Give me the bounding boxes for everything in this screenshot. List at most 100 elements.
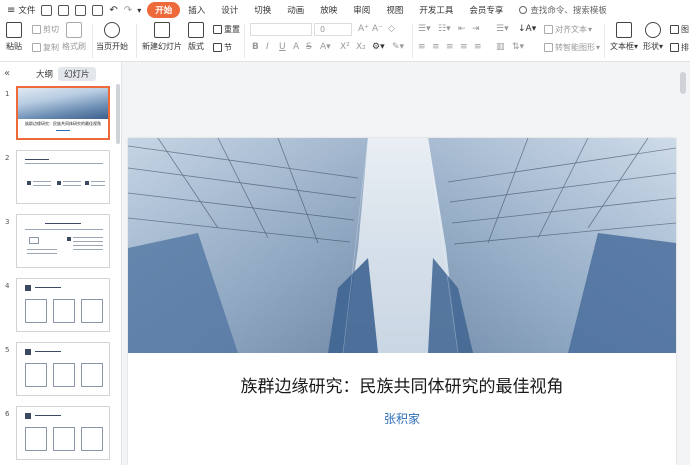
justify-icon[interactable]: ≡ <box>460 42 468 52</box>
tab-view[interactable]: 视图 <box>378 2 411 18</box>
cover-photo-skyscrapers[interactable] <box>128 138 676 353</box>
slide-thumbnail-2[interactable] <box>16 150 110 204</box>
thumbnail-photo <box>18 88 108 119</box>
format-painter-button[interactable]: 格式刷 <box>62 22 86 52</box>
print-icon[interactable] <box>75 4 87 16</box>
numbered-list-icon[interactable]: ☷▾ <box>438 24 451 34</box>
reset-icon <box>213 25 222 34</box>
paste-button[interactable]: 粘贴 <box>6 22 22 52</box>
shadow-icon[interactable]: A <box>293 42 299 52</box>
file-menu-label: 文件 <box>18 6 36 16</box>
undo-icon[interactable]: ↶ <box>109 5 117 16</box>
highlight-icon[interactable]: ✎▾ <box>392 42 404 52</box>
text-effect-icon[interactable]: ⚙▾ <box>372 42 385 52</box>
tab-outline[interactable]: 大纲 <box>30 67 59 81</box>
superscript-icon[interactable]: X² <box>340 42 350 52</box>
ribbon-toolbar: 粘贴 剪切 复制 格式刷 当页开始 新建幻灯片 版式 重置 节 0 A⁺ A⁻ … <box>0 20 690 62</box>
font-size-input[interactable]: 0 <box>314 23 352 36</box>
new-slide-button[interactable]: 新建幻灯片 <box>142 22 182 52</box>
italic-icon[interactable]: I <box>266 42 269 52</box>
align-right-icon[interactable]: ≡ <box>446 42 454 52</box>
subscript-icon[interactable]: X₂ <box>356 42 366 52</box>
increase-font-icon[interactable]: A⁺ <box>358 24 369 34</box>
indent-increase-icon[interactable]: ⇥ <box>472 24 480 34</box>
tab-developer[interactable]: 开发工具 <box>411 2 461 18</box>
thumb-number: 6 <box>5 410 10 418</box>
clear-format-icon[interactable]: ◇ <box>388 24 395 34</box>
tab-slides[interactable]: 幻灯片 <box>58 67 96 81</box>
arrange-icon <box>670 43 679 52</box>
thumb-number: 4 <box>5 282 10 290</box>
thumbnail-title: 族群边缘研究：民族共同体研究的最佳视角 <box>25 121 101 126</box>
align-text-button[interactable]: 对齐文本 ▾ <box>544 24 592 35</box>
slide-author[interactable]: 张积家 <box>128 410 676 427</box>
tab-design[interactable]: 设计 <box>213 2 246 18</box>
tab-insert[interactable]: 插入 <box>180 2 213 18</box>
decrease-font-icon[interactable]: A⁻ <box>372 24 383 34</box>
reset-button[interactable]: 重置 <box>213 24 240 35</box>
columns-icon[interactable]: ▥ <box>496 42 505 52</box>
search-label: 查找命令、搜索模板 <box>530 6 607 16</box>
line-spacing-icon[interactable]: ☰▾ <box>496 24 509 34</box>
thumbnail-scrollbar[interactable] <box>116 84 120 144</box>
smart-graphic-button[interactable]: 转智能图形 ▾ <box>544 42 600 53</box>
play-icon <box>104 22 120 38</box>
shape-button[interactable]: 形状▾ <box>643 22 663 52</box>
distribute-icon[interactable]: ≡ <box>474 42 482 52</box>
export-icon[interactable] <box>58 4 70 16</box>
play-from-current-button[interactable]: 当页开始 <box>96 22 128 52</box>
tab-transition[interactable]: 切换 <box>246 2 279 18</box>
textbox-button[interactable]: 文本框▾ <box>610 22 638 52</box>
hamburger-icon: ≡ <box>7 4 16 16</box>
strikethrough-icon[interactable]: S <box>306 42 312 52</box>
collapse-panel-icon[interactable]: « <box>4 68 10 79</box>
bullet-list-icon[interactable]: ☰▾ <box>418 24 431 34</box>
search-icon <box>519 6 528 14</box>
slide-thumbnail-3[interactable] <box>16 214 110 268</box>
smart-graphic-icon <box>544 43 553 52</box>
indent-decrease-icon[interactable]: ⇤ <box>458 24 466 34</box>
shape-icon <box>645 22 661 38</box>
tab-member[interactable]: 会员专享 <box>461 2 511 18</box>
section-button[interactable]: 节 <box>213 42 232 53</box>
slide-title[interactable]: 族群边缘研究：民族共同体研究的最佳视角 <box>128 372 676 397</box>
brush-icon <box>66 22 82 38</box>
copy-button[interactable]: 复制 <box>32 42 59 53</box>
slide-thumbnail-4[interactable] <box>16 278 110 332</box>
align-center-icon[interactable]: ≡ <box>432 42 440 52</box>
tab-animation[interactable]: 动画 <box>279 2 312 18</box>
slide-thumbnail-6[interactable] <box>16 406 110 460</box>
thumb-number: 1 <box>5 90 10 98</box>
menu-bar: ≡ 文件 ↶ ↷ ▾ 开始 插入 设计 切换 动画 放映 审阅 视图 开发工具 … <box>0 0 690 20</box>
align-left-icon[interactable]: ≡ <box>418 42 426 52</box>
tab-review[interactable]: 审阅 <box>345 2 378 18</box>
save-icon[interactable] <box>41 4 53 16</box>
font-name-input[interactable] <box>250 23 312 36</box>
main-menu-button[interactable]: ≡ 文件 <box>4 2 38 18</box>
slide-thumbnail-5[interactable] <box>16 342 110 396</box>
text-dir-icon[interactable]: ⇅▾ <box>512 42 524 52</box>
command-search[interactable]: 查找命令、搜索模板 <box>519 4 607 16</box>
tab-home[interactable]: 开始 <box>147 2 181 18</box>
cut-button[interactable]: 剪切 <box>32 24 59 35</box>
scissors-icon <box>32 25 41 34</box>
arrange-button[interactable]: 排 <box>670 42 689 53</box>
textbox-icon <box>616 22 632 38</box>
preview-icon[interactable] <box>92 4 104 16</box>
image-icon <box>670 25 679 34</box>
tab-slideshow[interactable]: 放映 <box>312 2 345 18</box>
slide-thumbnail-1[interactable]: 族群边缘研究：民族共同体研究的最佳视角 <box>16 86 110 140</box>
bold-icon[interactable]: B <box>252 42 259 52</box>
text-direction-icon[interactable]: ↓A▾ <box>518 24 536 34</box>
slide-canvas[interactable]: 族群边缘研究：民族共同体研究的最佳视角 张积家 <box>128 138 676 465</box>
font-color-icon[interactable]: A▾ <box>320 42 331 52</box>
slide-editor: 族群边缘研究：民族共同体研究的最佳视角 张积家 <box>122 62 690 465</box>
copy-icon <box>32 43 41 52</box>
image-button[interactable]: 图 <box>670 24 689 35</box>
quick-access-more-icon[interactable]: ▾ <box>137 6 141 15</box>
layout-button[interactable]: 版式 <box>188 22 204 52</box>
editor-scrollbar[interactable] <box>680 72 686 94</box>
redo-icon[interactable]: ↷ <box>124 5 132 16</box>
thumb-number: 3 <box>5 218 10 226</box>
underline-icon[interactable]: U <box>279 42 286 52</box>
